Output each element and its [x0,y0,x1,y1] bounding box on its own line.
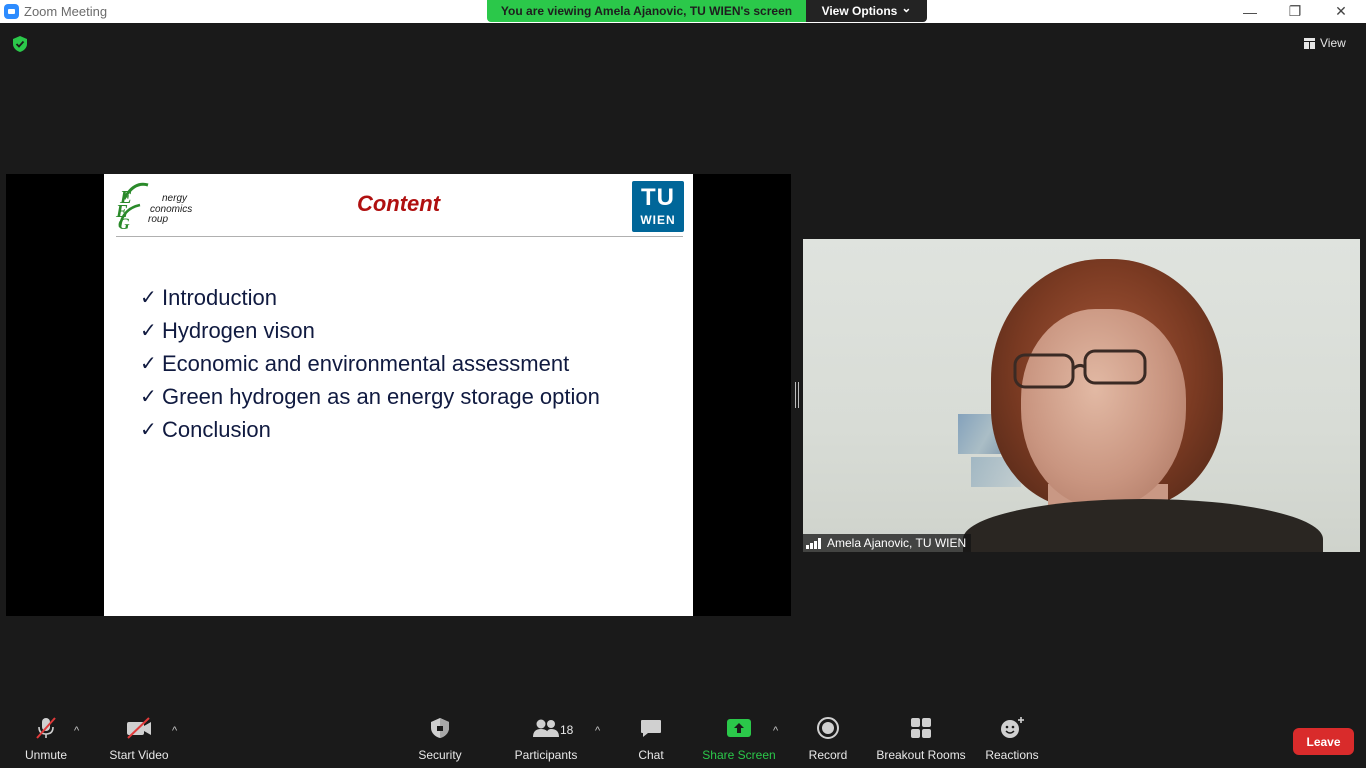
participant-name: Amela Ajanovic, TU WIEN [827,536,967,550]
share-screen-button[interactable]: Share Screen [700,711,778,768]
breakout-rooms-button[interactable]: Breakout Rooms [876,711,966,768]
glasses-icon [1013,349,1147,389]
bullet-text: Green hydrogen as an energy storage opti… [162,383,600,409]
participants-count: 18 [560,723,574,737]
participant-face [1021,309,1186,509]
video-options-caret-icon[interactable]: ^ [172,725,177,737]
grid-view-icon [1304,37,1315,49]
leave-button[interactable]: Leave [1293,728,1354,755]
reactions-smiley-icon [1001,717,1024,738]
viewing-screen-banner: You are viewing Amela Ajanovic, TU WIEN'… [487,0,806,22]
check-icon: ✓ [140,287,157,309]
security-shield-icon [431,718,449,738]
participant-body [963,499,1323,552]
view-options-button[interactable]: View Options ⌄ [806,0,927,22]
unmute-label: Unmute [24,748,68,762]
bullet-item: ✓ Green hydrogen as an energy storage opt… [140,380,600,413]
presentation-slide: E E G nergy conomics roup Content TU WIE… [104,174,693,616]
tu-wien-logo: TU WIEN [632,181,684,232]
share-screen-icon [727,719,751,737]
split-view-resize-handle[interactable] [795,382,799,408]
participants-button[interactable]: Participants [512,711,580,768]
zoom-logo-icon [4,4,19,19]
record-label: Record [808,748,848,762]
check-icon: ✓ [140,320,157,342]
view-label: View [1320,36,1346,50]
start-video-button[interactable]: Start Video [106,711,172,768]
check-icon: ✓ [140,353,157,375]
encryption-shield-icon[interactable] [11,35,29,53]
bullet-text: Hydrogen vison [162,317,315,343]
bullet-item: ✓ Economic and environmental assessment [140,347,600,380]
participants-label: Participants [514,748,578,762]
check-icon: ✓ [140,419,157,441]
bullet-item: ✓ Conclusion [140,413,600,446]
record-button[interactable]: Record [806,711,850,768]
unmute-button[interactable]: Unmute [18,711,74,768]
bullet-text: Economic and environmental assessment [162,350,570,376]
bullet-text: Introduction [162,284,277,310]
meeting-toolbar: Unmute ^ Start Video ^ Security Particip… [0,711,1366,768]
view-options-label: View Options [821,4,898,18]
security-button[interactable]: Security [414,711,466,768]
reactions-label: Reactions [985,748,1039,762]
participant-video-tile[interactable]: Amela Ajanovic, TU WIEN [803,239,1360,552]
reactions-button[interactable]: Reactions [984,711,1040,768]
chat-label: Chat [638,748,664,762]
share-screen-label: Share Screen [702,748,776,762]
record-icon [817,717,839,739]
window-title: Zoom Meeting [24,4,108,19]
start-video-label: Start Video [109,748,169,762]
eeg-letter-g: G [118,216,130,231]
slide-divider [116,236,683,237]
slide-bullet-list: ✓ Introduction ✓ Hydrogen vison ✓ Economic … [140,281,600,446]
zoom-meeting-window: Zoom Meeting — ❐ ✕ You are viewing Amela… [0,0,1366,768]
close-button[interactable]: ✕ [1318,0,1364,23]
chat-button[interactable]: Chat [632,711,670,768]
breakout-rooms-icon [911,718,931,738]
bullet-text: Conclusion [162,416,271,442]
check-icon: ✓ [140,386,157,408]
chat-bubble-icon [641,720,661,737]
breakout-rooms-label: Breakout Rooms [876,748,966,762]
signal-strength-icon [806,537,821,549]
audio-options-caret-icon[interactable]: ^ [74,725,79,737]
security-label: Security [418,748,462,762]
microphone-muted-icon [36,717,56,739]
bullet-item: ✓ Hydrogen vison [140,314,600,347]
participants-icon [533,719,559,737]
restore-button[interactable]: ❐ [1272,0,1318,23]
slide-title: Content [356,191,441,216]
chevron-down-icon: ⌄ [901,1,912,15]
shared-screen[interactable]: E E G nergy conomics roup Content TU WIE… [6,174,791,616]
tu-logo-top: TU [641,184,675,211]
bullet-item: ✓ Introduction [140,281,600,314]
share-options-caret-icon[interactable]: ^ [773,725,778,737]
video-camera-off-icon [127,717,151,739]
participants-options-caret-icon[interactable]: ^ [595,725,600,737]
view-button[interactable]: View [1304,33,1346,53]
minimize-button[interactable]: — [1227,0,1273,23]
tu-logo-bottom: WIEN [640,213,676,227]
participant-name-label: Amela Ajanovic, TU WIEN [803,534,972,552]
